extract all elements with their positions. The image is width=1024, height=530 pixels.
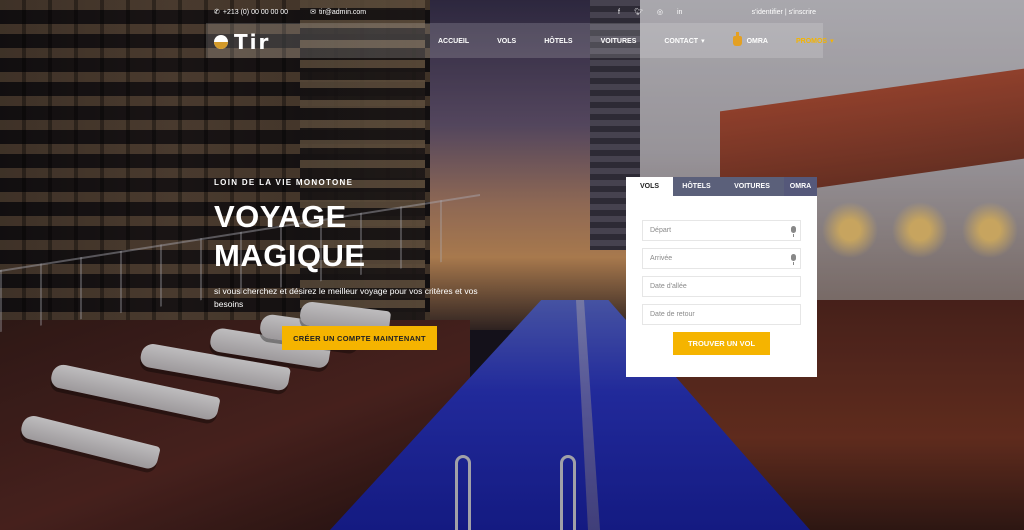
hero-eyebrow: LOIN DE LA VIE MONOTONE [214, 178, 354, 187]
lantern-icon [732, 32, 742, 46]
contact-info: ✆ +213 (0) 00 00 00 00 ✉ tir@admin.com [214, 9, 366, 16]
nav-item-omra-label: OMRA [746, 37, 768, 45]
nav-item-promos-label: PROMOS [795, 37, 828, 45]
hero-lead: si vous cherchez et désirez le meilleur … [214, 286, 478, 309]
logo-text: Tir [234, 30, 271, 54]
search-tabs: VOLS HÔTELS VOITURES OMRA [626, 177, 817, 196]
nav-menu: ACCUEIL VOLS HÔTELS VOITURES CONTACT ▾ O… [438, 32, 862, 46]
logo-icon [214, 35, 228, 49]
nav-item-hotels[interactable]: HÔTELS [544, 36, 572, 46]
social-links: f 🐦︎ ◎ in [618, 9, 682, 16]
date-retour-placeholder: Date de retour [650, 311, 695, 318]
tab-hotels[interactable]: HÔTELS [673, 177, 720, 196]
nav-item-promos[interactable]: PROMOS ▾ [796, 36, 834, 46]
hero-title-line-1: VOYAGE [214, 199, 347, 234]
search-card: VOLS HÔTELS VOITURES OMRA Départ Arrivée… [626, 177, 817, 377]
create-account-button[interactable]: CRÉER UN COMPTE MAINTENANT [282, 326, 437, 350]
nav-item-contact-label: CONTACT [664, 37, 699, 45]
depart-placeholder: Départ [650, 227, 672, 234]
date-retour-input[interactable]: Date de retour [642, 304, 801, 325]
nav-item-accueil[interactable]: ACCUEIL [438, 36, 469, 46]
phone-contact[interactable]: ✆ +213 (0) 00 00 00 00 [214, 9, 288, 16]
nav-item-vols[interactable]: VOLS [497, 36, 516, 46]
nav-item-omra[interactable]: OMRA [732, 32, 768, 46]
date-aller-placeholder: Date d'allée [650, 283, 687, 290]
email-address: tir@admin.com [318, 9, 367, 16]
logo[interactable]: Tir [214, 30, 270, 54]
tab-vols[interactable]: VOLS [626, 177, 673, 196]
arrivee-input[interactable]: Arrivée [642, 248, 801, 269]
email-contact[interactable]: ✉ tir@admin.com [310, 9, 366, 16]
auth-links[interactable]: s'identifier | s'inscrire [752, 9, 816, 16]
search-form: Départ Arrivée Date d'allée Date de reto… [642, 220, 801, 332]
twitter-icon[interactable]: 🐦︎ [634, 9, 643, 16]
linkedin-icon[interactable]: in [677, 9, 682, 16]
arrivee-placeholder: Arrivée [650, 255, 673, 262]
find-flight-button[interactable]: TROUVER UN VOL [673, 332, 770, 355]
instagram-icon[interactable]: ◎ [657, 9, 663, 16]
phone-number: +213 (0) 00 00 00 00 [222, 9, 289, 16]
main-navbar: Tir ACCUEIL VOLS HÔTELS VOITURES CONTACT… [206, 23, 834, 58]
date-aller-input[interactable]: Date d'allée [642, 276, 801, 297]
depart-input[interactable]: Départ [642, 220, 801, 241]
microphone-icon[interactable] [791, 226, 796, 237]
hero-content: LOIN DE LA VIE MONOTONE VOYAGE MAGIQUE s… [214, 178, 514, 311]
microphone-icon[interactable] [791, 254, 796, 265]
facebook-icon[interactable]: f [618, 9, 620, 16]
nav-item-contact[interactable]: CONTACT ▾ [664, 36, 704, 46]
envelope-icon: ✉ [310, 9, 316, 16]
nav-item-voitures[interactable]: VOITURES [601, 36, 637, 46]
tab-omra[interactable]: OMRA [784, 177, 817, 196]
hero-title: VOYAGE MAGIQUE [214, 197, 514, 275]
chevron-down-icon: ▾ [701, 38, 705, 45]
phone-icon: ✆ [214, 9, 220, 16]
tab-voitures[interactable]: VOITURES [720, 177, 784, 196]
hero-title-line-2: MAGIQUE [214, 238, 366, 273]
chevron-down-icon: ▾ [830, 38, 834, 45]
